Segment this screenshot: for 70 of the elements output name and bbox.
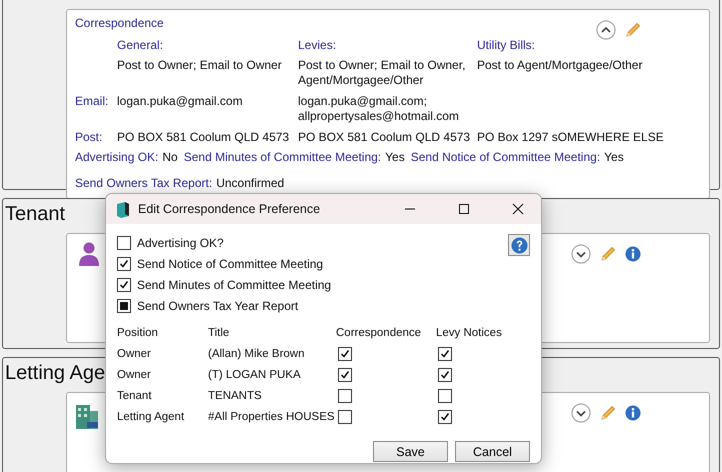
dialog-button[interactable]: Save [373,441,448,462]
delivery-method: Post to Agent/Mortgagee/Other [477,58,644,74]
close-icon[interactable] [512,203,524,215]
option-label: Send Minutes of Committee Meeting [137,278,332,292]
chevron-down-icon[interactable] [571,403,591,423]
postal-address: PO BOX 581 Coolum QLD 4573 [298,130,472,145]
info-icon[interactable] [625,246,641,262]
table-cell-text: Tenant [117,388,153,404]
dialog-title: Edit Correspondence Preference [138,202,322,216]
checkbox[interactable] [338,388,352,402]
column-label: Levies: [298,38,338,52]
checkbox[interactable] [338,346,352,360]
dialog-button[interactable]: Cancel [455,441,530,462]
checkbox[interactable] [338,410,352,424]
table-cell-text: Letting Agent [117,410,186,424]
email-address: logan.puka@gmail.com [117,94,244,110]
checkbox[interactable] [438,410,452,424]
checkbox[interactable] [117,236,131,250]
column-header: Title [208,326,230,340]
checkbox[interactable] [117,278,131,292]
pencil-icon[interactable] [625,22,641,38]
minimize-icon[interactable] [404,208,416,210]
checkbox[interactable] [438,388,452,402]
preference-label: Send Owners Tax Report: [75,176,212,190]
table-cell-text: #All Properties HOUSES [208,410,336,424]
checkbox[interactable] [117,298,131,312]
post-label: Post: [75,130,104,145]
checkbox[interactable] [338,368,352,382]
table-cell-text: Owner [117,368,152,382]
chevron-up-icon[interactable] [596,20,616,40]
email-label: Email: [75,94,110,110]
column-label: Utility Bills: [477,38,536,52]
section-title: Tenant [5,203,66,226]
pencil-icon[interactable] [600,246,616,262]
preference-value: Yes [604,150,624,164]
option-label: Advertising OK? [137,236,224,250]
info-icon[interactable] [625,405,641,421]
column-label: General: [117,38,164,52]
preference-label: Send Minutes of Committee Meeting: [184,150,382,164]
preference-value: Yes [385,150,405,164]
email-address: logan.puka@gmail.com; allpropertysales@hotmail.com [298,94,460,124]
pencil-icon[interactable] [600,405,616,421]
person-icon [79,242,99,266]
checkbox[interactable] [438,346,452,360]
building-icon [75,403,99,429]
postal-address: PO BOX 581 Coolum QLD 4573 [117,130,290,145]
card-title: Correspondence [75,16,165,30]
section-title: Letting Age [5,362,106,385]
column-header: Position [117,326,159,340]
maximize-icon[interactable] [458,203,470,215]
chevron-down-icon[interactable] [571,244,591,264]
column-header: Levy Notices [436,326,503,340]
option-label: Send Owners Tax Year Report [137,298,298,312]
preference-label: Advertising OK: [75,150,158,164]
preference-value: No [162,150,178,164]
column-header: Correspondence [336,326,422,340]
table-cell-text: TENANTS [208,388,263,404]
preference-value: Unconfirmed [216,176,284,190]
preference-label: Send Notice of Committee Meeting: [410,150,600,164]
table-cell-text: (T) LOGAN PUKA [208,368,302,382]
help-button[interactable] [508,234,530,256]
delivery-method: Post to Owner; Email to Owner, Agent/Mortgagee/Other [298,58,466,88]
option-label: Send Notice of Committee Meeting [137,256,324,270]
postal-address: PO Box 1297 sOMEWHERE ELSE [477,130,665,145]
table-cell-text: (Allan) Mike Brown [208,346,306,362]
checkbox[interactable] [438,368,452,382]
app-icon [116,200,130,218]
checkbox[interactable] [117,256,131,270]
delivery-method: Post to Owner; Email to Owner [117,58,283,74]
table-cell-text: Owner [117,346,152,362]
